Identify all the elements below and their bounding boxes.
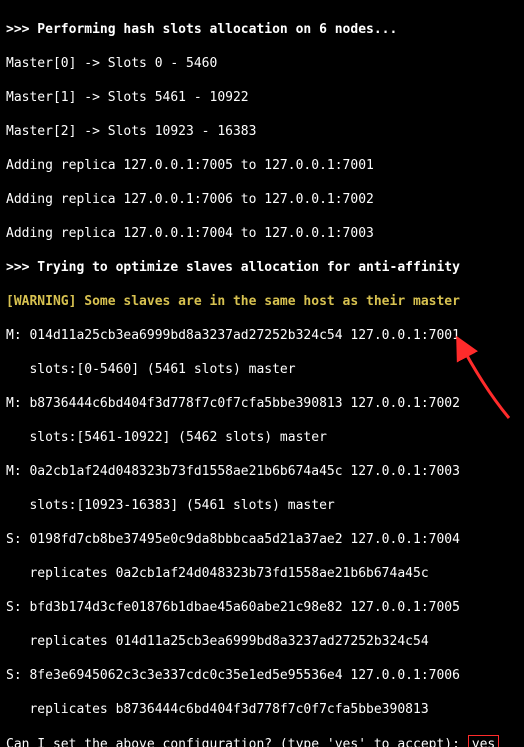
warning-line: [WARNING] Some slaves are in the same ho… [6, 293, 518, 310]
terminal-output: >>> Performing hash slots allocation on … [0, 0, 524, 747]
output-line: Adding replica 127.0.0.1:7004 to 127.0.0… [6, 225, 518, 242]
output-line: Master[0] -> Slots 0 - 5460 [6, 55, 518, 72]
output-line: >>> Performing hash slots allocation on … [6, 21, 518, 38]
user-input-yes[interactable]: yes [468, 735, 499, 747]
output-line: Master[1] -> Slots 5461 - 10922 [6, 89, 518, 106]
output-line: S: 8fe3e6945062c3c3e337cdc0c35e1ed5e9553… [6, 667, 518, 684]
confirm-prompt: Can I set the above configuration? (type… [6, 735, 518, 747]
output-line: replicates 014d11a25cb3ea6999bd8a3237ad2… [6, 633, 518, 650]
output-line: Adding replica 127.0.0.1:7006 to 127.0.0… [6, 191, 518, 208]
output-line: M: 0a2cb1af24d048323b73fd1558ae21b6b674a… [6, 463, 518, 480]
output-line: S: 0198fd7cb8be37495e0c9da8bbbcaa5d21a37… [6, 531, 518, 548]
output-line: slots:[5461-10922] (5462 slots) master [6, 429, 518, 446]
output-line: M: 014d11a25cb3ea6999bd8a3237ad27252b324… [6, 327, 518, 344]
output-line: replicates 0a2cb1af24d048323b73fd1558ae2… [6, 565, 518, 582]
output-line: slots:[10923-16383] (5461 slots) master [6, 497, 518, 514]
output-line: replicates b8736444c6bd404f3d778f7c0f7cf… [6, 701, 518, 718]
prompt-text: Can I set the above configuration? (type… [6, 737, 468, 747]
output-line: S: bfd3b174d3cfe01876b1dbae45a60abe21c98… [6, 599, 518, 616]
output-line: M: b8736444c6bd404f3d778f7c0f7cfa5bbe390… [6, 395, 518, 412]
output-line: Adding replica 127.0.0.1:7005 to 127.0.0… [6, 157, 518, 174]
output-line: Master[2] -> Slots 10923 - 16383 [6, 123, 518, 140]
output-line: slots:[0-5460] (5461 slots) master [6, 361, 518, 378]
output-line: >>> Trying to optimize slaves allocation… [6, 259, 518, 276]
